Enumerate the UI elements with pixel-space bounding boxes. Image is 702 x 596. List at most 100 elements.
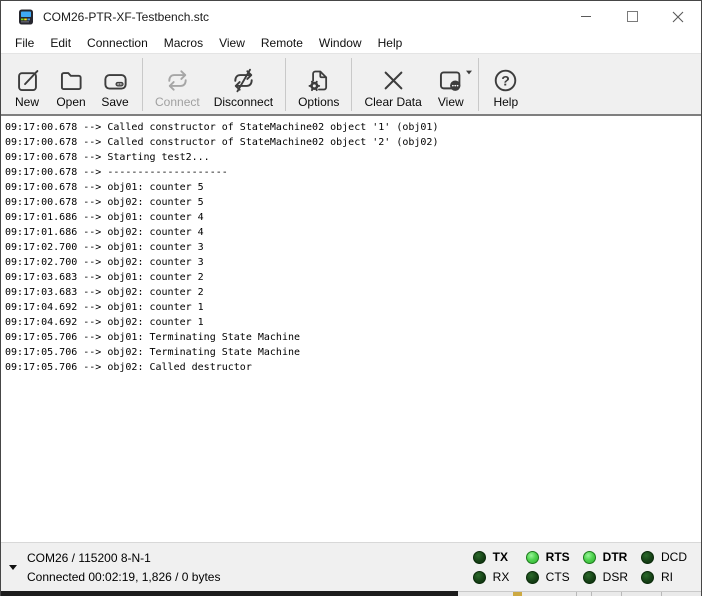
- clear-data-button-label: Clear Data: [364, 96, 421, 109]
- help-button-label: Help: [493, 96, 518, 109]
- led-rx: RX: [473, 570, 513, 584]
- toolbar-separator: [478, 58, 479, 111]
- status-dropdown-icon[interactable]: [9, 565, 17, 570]
- toolbar-separator: [142, 58, 143, 111]
- port-settings-text: COM26 / 115200 8-N-1: [27, 551, 220, 565]
- disconnect-icon: [230, 67, 257, 94]
- toolbar: New Open Save Connect: [1, 53, 701, 116]
- log-line: 09:17:01.686 --> obj01: counter 4: [5, 210, 701, 225]
- menu-bar: File Edit Connection Macros View Remote …: [1, 32, 701, 53]
- view-icon-wrap: [437, 67, 464, 94]
- menu-remote[interactable]: Remote: [253, 34, 311, 52]
- log-line: 09:17:00.678 --> --------------------: [5, 165, 701, 180]
- ri-led-icon: [641, 571, 654, 584]
- menu-window[interactable]: Window: [311, 34, 370, 52]
- window-controls: [563, 1, 701, 32]
- background-tick: [621, 592, 622, 596]
- log-line: 09:17:00.678 --> Called constructor of S…: [5, 120, 701, 135]
- menu-edit[interactable]: Edit: [42, 34, 79, 52]
- log-line: 09:17:02.700 --> obj01: counter 3: [5, 240, 701, 255]
- window-title: COM26-PTR-XF-Testbench.stc: [43, 10, 209, 24]
- options-button-label: Options: [298, 96, 339, 109]
- log-line: 09:17:04.692 --> obj02: counter 1: [5, 315, 701, 330]
- rts-led-icon: [526, 551, 539, 564]
- save-icon: [102, 67, 129, 94]
- dtr-led-label: DTR: [603, 550, 628, 564]
- new-button-label: New: [15, 96, 39, 109]
- view-button[interactable]: View: [429, 56, 473, 113]
- log-line: 09:17:00.678 --> Called constructor of S…: [5, 135, 701, 150]
- menu-help[interactable]: Help: [370, 34, 411, 52]
- log-line: 09:17:05.706 --> obj01: Terminating Stat…: [5, 330, 701, 345]
- rx-led-icon: [473, 571, 486, 584]
- minimize-icon: [581, 16, 591, 17]
- led-dsr: DSR: [583, 570, 628, 584]
- menu-view[interactable]: View: [211, 34, 253, 52]
- close-button[interactable]: [655, 1, 701, 32]
- app-icon: [18, 9, 34, 25]
- tx-led-icon: [473, 551, 486, 564]
- maximize-button[interactable]: [609, 1, 655, 32]
- menu-macros[interactable]: Macros: [156, 34, 211, 52]
- save-button[interactable]: Save: [93, 56, 137, 113]
- app-window: COM26-PTR-XF-Testbench.stc File Edit Con…: [0, 0, 702, 596]
- new-icon: [14, 67, 41, 94]
- open-button[interactable]: Open: [49, 56, 93, 113]
- log-line: 09:17:03.683 --> obj02: counter 2: [5, 285, 701, 300]
- minimize-button[interactable]: [563, 1, 609, 32]
- disconnect-button[interactable]: Disconnect: [207, 56, 280, 113]
- log-line: 09:17:04.692 --> obj01: counter 1: [5, 300, 701, 315]
- window-border-bottom: [1, 591, 458, 596]
- cts-led-label: CTS: [546, 570, 570, 584]
- new-button[interactable]: New: [5, 56, 49, 113]
- background-tick: [591, 592, 592, 596]
- help-button[interactable]: ? Help: [484, 56, 528, 113]
- background-tick: [661, 592, 662, 596]
- connect-button-label: Connect: [155, 96, 200, 109]
- log-line: 09:17:00.678 --> Starting test2...: [5, 150, 701, 165]
- maximize-icon: [627, 11, 638, 22]
- signal-leds: TX RTS DTR DCD RX CTS: [473, 550, 687, 584]
- connect-icon: [164, 67, 191, 94]
- tx-led-label: TX: [493, 550, 508, 564]
- dcd-led-label: DCD: [661, 550, 687, 564]
- close-icon: [672, 11, 684, 23]
- led-ri: RI: [641, 570, 687, 584]
- save-button-label: Save: [101, 96, 128, 109]
- menu-connection[interactable]: Connection: [79, 34, 156, 52]
- dsr-led-icon: [583, 571, 596, 584]
- cts-led-icon: [526, 571, 539, 584]
- view-icon: [437, 67, 464, 94]
- title-bar: COM26-PTR-XF-Testbench.stc: [1, 1, 701, 32]
- led-tx: TX: [473, 550, 513, 564]
- status-bar: COM26 / 115200 8-N-1 Connected 00:02:19,…: [1, 542, 701, 591]
- toolbar-separator: [285, 58, 286, 111]
- open-button-label: Open: [56, 96, 85, 109]
- led-rts: RTS: [526, 550, 570, 564]
- svg-text:?: ?: [502, 72, 511, 88]
- dcd-led-icon: [641, 551, 654, 564]
- ri-led-label: RI: [661, 570, 673, 584]
- disconnect-button-label: Disconnect: [214, 96, 273, 109]
- log-line: 09:17:05.706 --> obj02: Terminating Stat…: [5, 345, 701, 360]
- clear-data-button[interactable]: Clear Data: [357, 56, 428, 113]
- background-tick: [576, 592, 577, 596]
- led-dcd: DCD: [641, 550, 687, 564]
- log-line: 09:17:00.678 --> obj02: counter 5: [5, 195, 701, 210]
- background-accent: [513, 592, 522, 596]
- log-area[interactable]: 09:17:00.678 --> Called constructor of S…: [1, 116, 701, 542]
- led-cts: CTS: [526, 570, 570, 584]
- menu-file[interactable]: File: [7, 34, 42, 52]
- view-button-label: View: [438, 96, 464, 109]
- toolbar-separator: [351, 58, 352, 111]
- log-line: 09:17:05.706 --> obj02: Called destructo…: [5, 360, 701, 375]
- log-line: 09:17:02.700 --> obj02: counter 3: [5, 255, 701, 270]
- rx-led-label: RX: [493, 570, 510, 584]
- background-window-sliver: [458, 591, 701, 596]
- status-texts: COM26 / 115200 8-N-1 Connected 00:02:19,…: [27, 551, 220, 584]
- options-button[interactable]: Options: [291, 56, 346, 113]
- connect-button[interactable]: Connect: [148, 56, 207, 113]
- window-bottom-edge: [1, 591, 701, 596]
- log-line: 09:17:01.686 --> obj02: counter 4: [5, 225, 701, 240]
- log-line: 09:17:00.678 --> obj01: counter 5: [5, 180, 701, 195]
